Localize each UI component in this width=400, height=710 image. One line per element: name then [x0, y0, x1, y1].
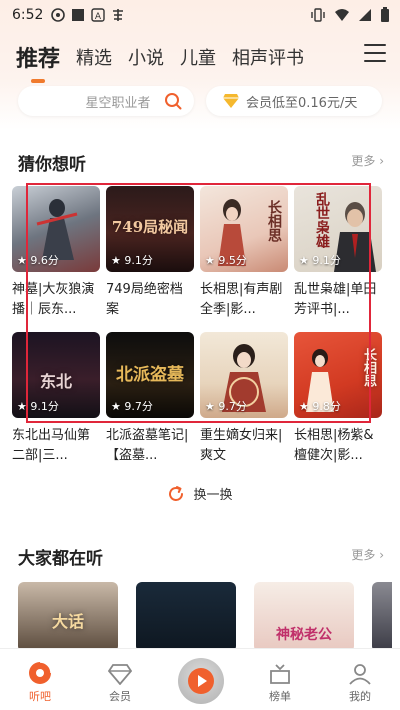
- audiobook-card[interactable]: 长相思 ★ 9.5分 长相思|有声剧 全季|影...: [200, 186, 288, 320]
- cover-title-text: 东北: [39, 372, 72, 391]
- section-title-popular: 大家都在听: [18, 549, 103, 569]
- nav-label: 会员: [109, 690, 131, 703]
- audiobook-cover: 长相思 ★ 9.8分: [294, 332, 382, 418]
- vip-promo-text: 会员低至0.16元/天: [246, 95, 358, 111]
- audiobook-title: 长相思|杨紫&檀健次|影...: [294, 428, 374, 463]
- tab-novel[interactable]: 小说: [128, 44, 164, 70]
- status-time: 6:52: [12, 7, 44, 23]
- play-button[interactable]: [178, 658, 224, 704]
- profile-icon: [349, 664, 371, 685]
- svg-text:A: A: [95, 12, 102, 22]
- audiobook-cover: 乱世枭雄 ★ 9.1分: [294, 186, 382, 272]
- audiobook-title: 东北出马仙第二部|三...: [12, 428, 91, 463]
- audiobook-cover: ★ 9.6分: [12, 186, 100, 272]
- section-title-guess: 猜你想听: [18, 155, 86, 175]
- category-tabs: 推荐 精选 小说 儿童 相声评书: [0, 32, 400, 82]
- audiobook-card[interactable]: ★ 9.6分 神墓|大灰狼演播｜辰东...: [12, 186, 100, 320]
- audiobook-title: 北派盗墓笔记|【盗墓...: [106, 428, 189, 463]
- app-logo-icon: [113, 9, 124, 21]
- nav-mine[interactable]: 我的: [330, 663, 390, 704]
- warrior-figure-icon: [36, 199, 78, 260]
- audiobook-cover: 长相思 ★ 9.5分: [200, 186, 288, 272]
- audiobook-card[interactable]: 长相思 ★ 9.8分 长相思|杨紫&檀健次|影...: [294, 332, 382, 466]
- search-icon[interactable]: [164, 92, 182, 110]
- audiobook-title: 神墓|大灰狼演播｜辰东...: [12, 282, 95, 317]
- status-bar: 6:52 A: [0, 0, 400, 30]
- audiobook-title: 乱世枭雄|单田芳评书|...: [294, 282, 377, 317]
- popular-cover-partial[interactable]: [372, 582, 392, 652]
- rating-score: ★ 9.1分: [17, 400, 59, 413]
- audiobook-card[interactable]: 749局秘闻 ★ 9.1分 749局绝密档案: [106, 186, 194, 320]
- nav-label: 我的: [349, 690, 371, 703]
- square-app-icon: [72, 9, 85, 21]
- rating-score: ★ 9.7分: [111, 400, 153, 413]
- rating-score: ★ 9.1分: [111, 254, 153, 267]
- more-link-popular[interactable]: 更多 ›: [351, 546, 384, 563]
- audiobook-cover: 东北 ★ 9.1分: [12, 332, 100, 418]
- search-bar[interactable]: 星空职业者: [18, 86, 194, 116]
- battery-icon: [381, 7, 389, 22]
- popular-cover[interactable]: 大话: [18, 582, 118, 652]
- audiobook-title: 749局绝密档案: [106, 282, 183, 317]
- rating-score: ★ 9.5分: [205, 254, 247, 267]
- rating-score: ★ 9.7分: [205, 400, 247, 413]
- diamond-icon: [223, 94, 239, 108]
- search-input[interactable]: 星空职业者: [85, 92, 150, 111]
- signal-icon: [359, 9, 371, 21]
- nav-vip[interactable]: 会员: [90, 663, 150, 704]
- audiobook-card[interactable]: ★ 9.7分 重生嫡女归来|爽文: [200, 332, 288, 466]
- nav-listen[interactable]: 听吧: [10, 661, 70, 704]
- audiobook-cover: 北派盗墓 ★ 9.7分: [106, 332, 194, 418]
- a-app-icon: A: [91, 8, 106, 22]
- audiobook-card[interactable]: 东北 ★ 9.1分 东北出马仙第二部|三...: [12, 332, 100, 466]
- tab-recommend[interactable]: 推荐: [16, 41, 60, 73]
- cover-title-text: 长相思: [361, 348, 376, 387]
- nav-charts[interactable]: 榜单: [250, 663, 310, 704]
- listen-icon: [29, 661, 52, 684]
- rating-score: ★ 9.1分: [299, 254, 341, 267]
- diamond-icon: [108, 664, 132, 685]
- refresh-button[interactable]: 换一换: [0, 484, 400, 503]
- cover-title-text: 北派盗墓: [116, 365, 184, 385]
- cover-title-text: 神秘老公: [276, 627, 332, 643]
- rating-score: ★ 9.8分: [299, 400, 341, 413]
- tab-featured[interactable]: 精选: [76, 44, 112, 70]
- nav-label: 听吧: [29, 690, 51, 703]
- vibrate-icon: [311, 8, 325, 22]
- nav-label: 榜单: [269, 690, 291, 703]
- refresh-icon: [169, 485, 184, 501]
- notification-icon: [51, 8, 66, 22]
- audiobook-cover: ★ 9.7分: [200, 332, 288, 418]
- popular-row: 大话 神秘老公: [18, 582, 392, 652]
- audiobook-card[interactable]: 北派盗墓 ★ 9.7分 北派盗墓笔记|【盗墓...: [106, 332, 194, 466]
- cover-title-text: 749局秘闻: [111, 218, 189, 236]
- wifi-icon: [335, 9, 349, 21]
- refresh-label: 换一换: [193, 488, 233, 503]
- more-link-guess[interactable]: 更多 ›: [351, 152, 384, 169]
- popular-cover[interactable]: 神秘老公: [254, 582, 354, 652]
- rating-score: ★ 9.6分: [17, 254, 59, 267]
- audiobook-title: 长相思|有声剧 全季|影...: [200, 282, 283, 317]
- audiobook-cover: 749局秘闻 ★ 9.1分: [106, 186, 194, 272]
- cover-title-text: 大话: [51, 612, 84, 631]
- audiobook-title: 重生嫡女归来|爽文: [200, 428, 283, 463]
- cover-title-text: 乱世枭雄: [314, 192, 330, 248]
- play-icon: [188, 668, 214, 694]
- audiobook-card[interactable]: 乱世枭雄 ★ 9.1分 乱世枭雄|单田芳评书|...: [294, 186, 382, 320]
- recommend-grid: ★ 9.6分 神墓|大灰狼演播｜辰东... 749局秘闻 ★ 9.1分 749局…: [12, 186, 388, 466]
- vip-promo-button[interactable]: 会员低至0.16元/天: [206, 86, 382, 116]
- cover-title-text: 长相思: [266, 200, 282, 242]
- popular-cover[interactable]: [136, 582, 236, 652]
- menu-icon[interactable]: [364, 44, 386, 62]
- ranking-icon: [270, 664, 290, 684]
- tab-children[interactable]: 儿童: [180, 44, 216, 70]
- tab-crosstalk-storytelling[interactable]: 相声评书: [232, 44, 304, 70]
